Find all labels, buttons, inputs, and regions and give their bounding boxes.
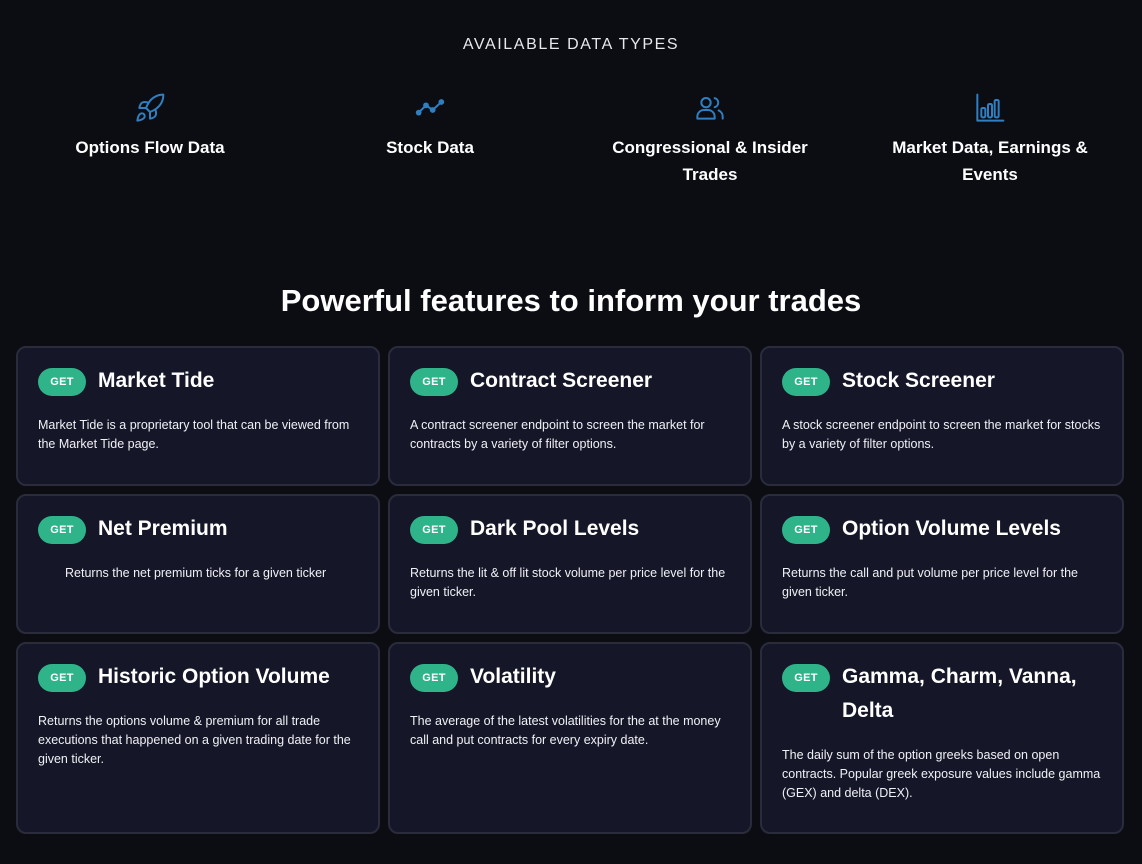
feature-card-market-tide[interactable]: GET Market Tide Market Tide is a proprie… <box>16 346 380 486</box>
get-badge: GET <box>782 368 830 396</box>
rocket-icon <box>134 92 166 124</box>
data-type-label: Options Flow Data <box>75 138 225 157</box>
card-title: Historic Option Volume <box>98 665 330 688</box>
features-title: Powerful features to inform your trades <box>280 283 862 318</box>
get-badge: GET <box>782 664 830 692</box>
get-badge: GET <box>410 516 458 544</box>
card-title: Gamma, Charm, Vanna, Delta <box>842 665 1077 722</box>
feature-card-net-premium[interactable]: GET Net Premium Returns the net premium … <box>16 494 380 634</box>
features-grid: GET Market Tide Market Tide is a proprie… <box>16 346 1124 834</box>
feature-card-historic-option-volume[interactable]: GET Historic Option Volume Returns the o… <box>16 642 380 834</box>
data-type-stock[interactable]: Stock Data <box>290 92 570 188</box>
card-description: The average of the latest volatilities f… <box>410 714 721 747</box>
card-title: Option Volume Levels <box>842 517 1061 540</box>
data-type-congressional[interactable]: Congressional & Insider Trades <box>570 92 850 188</box>
get-badge: GET <box>410 368 458 396</box>
data-types-row: Options Flow Data Stock Data Congression… <box>10 92 1130 188</box>
data-type-label: Congressional & Insider Trades <box>612 138 808 184</box>
card-description: The daily sum of the option greeks based… <box>782 748 1101 800</box>
data-type-options-flow[interactable]: Options Flow Data <box>10 92 290 188</box>
data-type-market-data[interactable]: Market Data, Earnings & Events <box>850 92 1130 188</box>
data-types-heading: AVAILABLE DATA TYPES <box>462 36 680 53</box>
card-title: Net Premium <box>98 517 228 540</box>
feature-card-contract-screener[interactable]: GET Contract Screener A contract screene… <box>388 346 752 486</box>
data-type-label: Stock Data <box>386 138 474 157</box>
feature-card-dark-pool-levels[interactable]: GET Dark Pool Levels Returns the lit & o… <box>388 494 752 634</box>
get-badge: GET <box>38 368 86 396</box>
feature-card-option-volume-levels[interactable]: GET Option Volume Levels Returns the cal… <box>760 494 1124 634</box>
card-description: A contract screener endpoint to screen t… <box>410 418 705 451</box>
card-title: Stock Screener <box>842 369 995 392</box>
card-description: Returns the lit & off lit stock volume p… <box>410 566 726 599</box>
card-description: A stock screener endpoint to screen the … <box>782 418 1101 451</box>
card-title: Volatility <box>470 665 556 688</box>
card-title: Market Tide <box>98 369 215 392</box>
card-description: Returns the net premium ticks for a give… <box>65 566 327 580</box>
line-chart-icon <box>414 92 446 124</box>
card-title: Contract Screener <box>470 369 653 392</box>
bar-chart-icon <box>974 92 1006 124</box>
feature-card-stock-screener[interactable]: GET Stock Screener A stock screener endp… <box>760 346 1124 486</box>
card-description: Market Tide is a proprietary tool that c… <box>38 418 350 451</box>
feature-card-volatility[interactable]: GET Volatility The average of the latest… <box>388 642 752 834</box>
card-description: Returns the options volume & premium for… <box>38 714 351 766</box>
data-type-label: Market Data, Earnings & Events <box>892 138 1088 184</box>
users-icon <box>694 92 726 124</box>
card-title: Dark Pool Levels <box>470 517 640 540</box>
get-badge: GET <box>410 664 458 692</box>
card-description: Returns the call and put volume per pric… <box>782 566 1078 599</box>
feature-card-greeks[interactable]: GET Gamma, Charm, Vanna, Delta The daily… <box>760 642 1124 834</box>
get-badge: GET <box>782 516 830 544</box>
get-badge: GET <box>38 664 86 692</box>
get-badge: GET <box>38 516 86 544</box>
